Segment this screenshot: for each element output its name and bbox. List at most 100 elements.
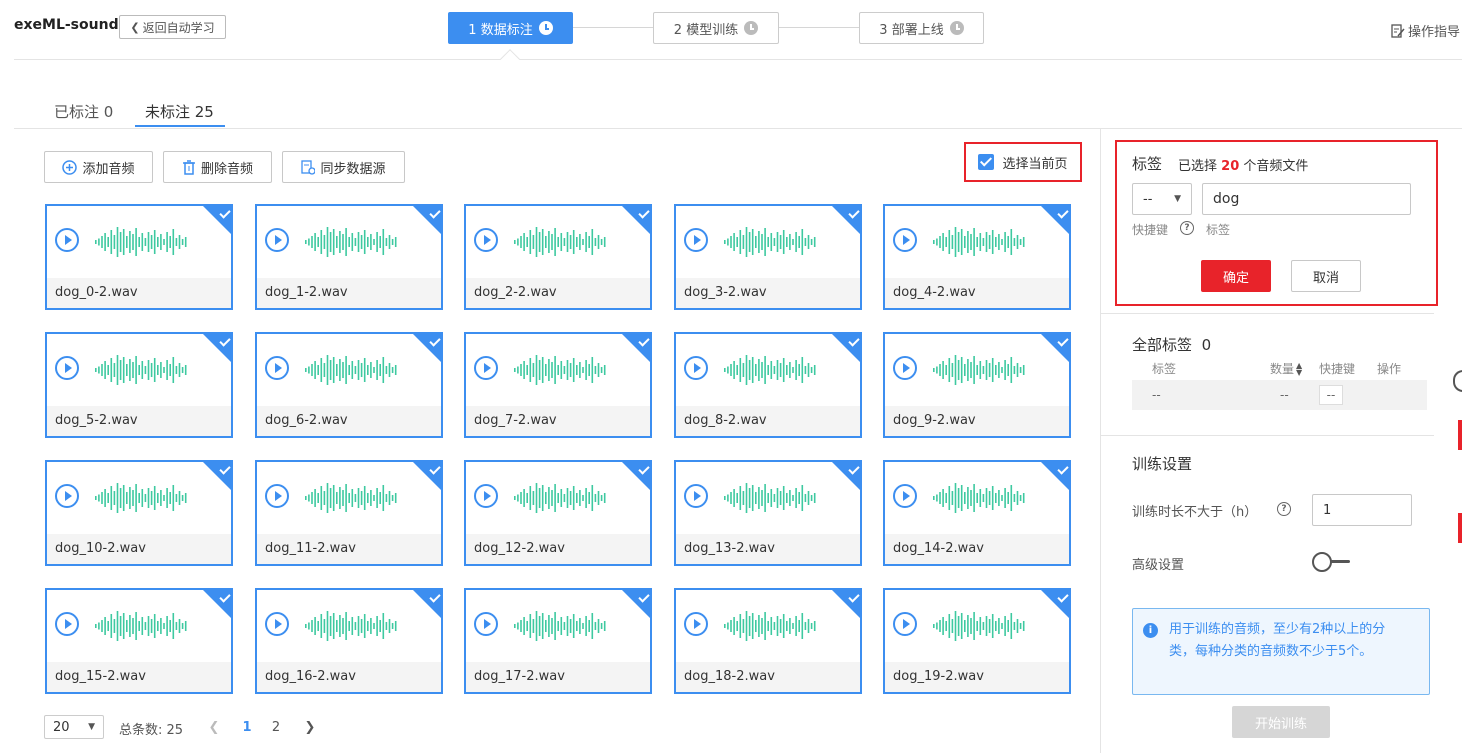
selected-count: 20: [1221, 159, 1240, 174]
play-icon[interactable]: [474, 484, 498, 508]
page-size-value: 20: [53, 719, 70, 735]
audio-card[interactable]: dog_15-2.wav: [45, 588, 233, 694]
play-icon[interactable]: [474, 356, 498, 380]
waveform-icon: [303, 482, 399, 518]
tab-labeled[interactable]: 已标注 0: [54, 101, 113, 122]
play-icon[interactable]: [265, 612, 289, 636]
audio-card[interactable]: dog_12-2.wav: [464, 460, 652, 566]
play-icon[interactable]: [474, 228, 498, 252]
waveform-icon: [93, 226, 189, 262]
page-size-select[interactable]: 20 ▼: [44, 715, 104, 739]
audio-card[interactable]: dog_3-2.wav: [674, 204, 862, 310]
selected-prefix: 已选择: [1178, 159, 1218, 174]
confirm-button[interactable]: 确定: [1201, 260, 1271, 292]
play-icon[interactable]: [893, 356, 917, 380]
audio-card[interactable]: dog_17-2.wav: [464, 588, 652, 694]
play-icon[interactable]: [55, 612, 79, 636]
page-1-button[interactable]: 1: [233, 715, 261, 739]
waveform-icon: [303, 226, 399, 262]
play-icon[interactable]: [893, 228, 917, 252]
training-settings-title: 训练设置: [1132, 455, 1193, 473]
step-data-labeling[interactable]: 1 数据标注: [448, 12, 573, 44]
header-divider: [14, 59, 1462, 60]
checkbox-checked-icon[interactable]: [978, 154, 995, 170]
prev-page-button[interactable]: ❮: [200, 715, 228, 739]
delete-audio-button[interactable]: 删除音频: [163, 151, 272, 183]
step-label: 1 数据标注: [468, 22, 533, 38]
cancel-button[interactable]: 取消: [1291, 260, 1361, 292]
audio-card[interactable]: dog_16-2.wav: [255, 588, 443, 694]
audio-card[interactable]: dog_13-2.wav: [674, 460, 862, 566]
audio-card[interactable]: dog_2-2.wav: [464, 204, 652, 310]
guide-link[interactable]: 操作指导: [1391, 21, 1460, 40]
play-icon[interactable]: [684, 356, 708, 380]
info-text: 用于训练的音频，至少有2种以上的分类，每种分类的音频数不少于5个。: [1169, 622, 1386, 659]
duration-input[interactable]: [1312, 494, 1412, 526]
floating-widget[interactable]: [1453, 370, 1462, 392]
audio-filename: dog_4-2.wav: [885, 278, 1069, 308]
add-audio-button[interactable]: 添加音频: [44, 151, 153, 183]
audio-card[interactable]: dog_7-2.wav: [464, 332, 652, 438]
help-icon[interactable]: ?: [1180, 221, 1194, 235]
audio-filename: dog_12-2.wav: [466, 534, 650, 564]
audio-card[interactable]: dog_10-2.wav: [45, 460, 233, 566]
step-model-training[interactable]: 2 模型训练: [653, 12, 779, 44]
play-icon[interactable]: [265, 228, 289, 252]
play-icon[interactable]: [55, 484, 79, 508]
all-labels-label: 全部标签: [1132, 336, 1193, 354]
play-icon[interactable]: [265, 356, 289, 380]
help-icon[interactable]: ?: [1277, 502, 1291, 516]
col-header-count-label: 数量: [1270, 362, 1295, 376]
play-icon[interactable]: [474, 612, 498, 636]
back-button[interactable]: ❮ 返回自动学习: [119, 15, 226, 39]
waveform-icon: [722, 610, 818, 646]
col-header-count[interactable]: 数量 ▲ ▼: [1270, 360, 1302, 377]
advanced-settings-toggle[interactable]: [1312, 552, 1352, 572]
audio-filename: dog_7-2.wav: [466, 406, 650, 436]
audio-card[interactable]: dog_6-2.wav: [255, 332, 443, 438]
waveform-icon: [512, 226, 608, 262]
panel-divider: [1100, 128, 1101, 753]
waveform-icon: [93, 482, 189, 518]
step-deploy[interactable]: 3 部署上线: [859, 12, 984, 44]
audio-card[interactable]: dog_18-2.wav: [674, 588, 862, 694]
audio-filename: dog_14-2.wav: [885, 534, 1069, 564]
shortcut-select[interactable]: -- ▼: [1132, 183, 1192, 215]
play-icon[interactable]: [55, 228, 79, 252]
audio-filename: dog_16-2.wav: [257, 662, 441, 692]
next-page-button[interactable]: ❯: [296, 715, 324, 739]
audio-card[interactable]: dog_14-2.wav: [883, 460, 1071, 566]
audio-card[interactable]: dog_5-2.wav: [45, 332, 233, 438]
play-icon[interactable]: [684, 484, 708, 508]
play-icon[interactable]: [684, 612, 708, 636]
audio-card[interactable]: dog_0-2.wav: [45, 204, 233, 310]
audio-card[interactable]: dog_19-2.wav: [883, 588, 1071, 694]
audio-card[interactable]: dog_8-2.wav: [674, 332, 862, 438]
sort-icon: ▲ ▼: [1296, 360, 1303, 377]
audio-filename: dog_9-2.wav: [885, 406, 1069, 436]
play-icon[interactable]: [265, 484, 289, 508]
label-input[interactable]: [1202, 183, 1411, 215]
sync-source-label: 同步数据源: [320, 161, 386, 177]
sync-doc-icon: [301, 159, 316, 175]
tab-unlabeled[interactable]: 未标注 25: [145, 101, 214, 122]
audio-card[interactable]: dog_1-2.wav: [255, 204, 443, 310]
select-page-label: 选择当前页: [1002, 156, 1068, 172]
waveform-icon: [931, 482, 1027, 518]
play-icon[interactable]: [684, 228, 708, 252]
step-connector: [573, 27, 653, 28]
section-divider: [1101, 435, 1434, 436]
audio-card[interactable]: dog_11-2.wav: [255, 460, 443, 566]
all-labels-title: 全部标签 0: [1132, 334, 1211, 355]
audio-card[interactable]: dog_4-2.wav: [883, 204, 1071, 310]
play-icon[interactable]: [893, 484, 917, 508]
play-icon[interactable]: [55, 356, 79, 380]
sync-source-button[interactable]: 同步数据源: [282, 151, 405, 183]
play-icon[interactable]: [893, 612, 917, 636]
select-current-page[interactable]: 选择当前页: [964, 142, 1082, 182]
audio-card[interactable]: dog_9-2.wav: [883, 332, 1071, 438]
audio-filename: dog_0-2.wav: [47, 278, 231, 308]
start-training-button[interactable]: 开始训练: [1232, 706, 1330, 738]
page-2-button[interactable]: 2: [262, 715, 290, 739]
waveform-icon: [93, 610, 189, 646]
